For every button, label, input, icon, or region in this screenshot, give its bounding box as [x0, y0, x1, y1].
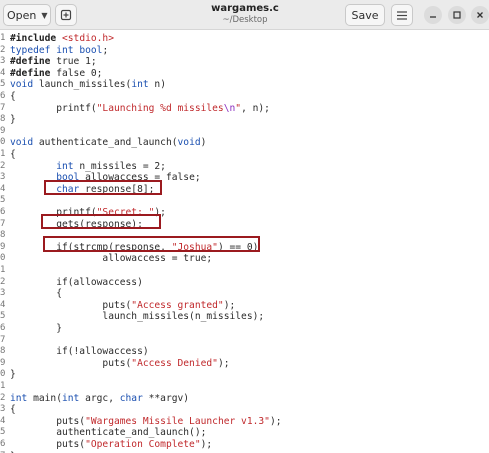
line-number: 6 — [0, 323, 6, 333]
code-text: void authenticate_and_launch(void) — [10, 137, 207, 149]
line-number: 9 — [0, 125, 6, 136]
line-number: 2 — [0, 44, 6, 55]
maximize-icon — [453, 11, 461, 19]
code-text: { — [10, 404, 16, 416]
line-number: 0 — [0, 253, 6, 264]
code-text: puts("Wargames Missile Launcher v1.3"); — [10, 415, 282, 427]
line-number: 7 — [0, 218, 6, 229]
save-button[interactable]: Save — [345, 4, 385, 26]
line-number: 0 — [0, 369, 6, 380]
code-text: typedef int bool; — [10, 44, 109, 56]
code-text: } — [10, 323, 62, 334]
code-text: allowaccess = true; — [10, 253, 213, 265]
line-number: 8 — [0, 114, 6, 125]
minimize-button[interactable] — [424, 6, 442, 24]
window-subtitle: ~/Desktop — [222, 15, 268, 25]
line-number: 4 — [0, 183, 6, 194]
code-text: launch_missiles(n_missiles); — [10, 311, 265, 323]
line-number: 1 — [0, 381, 6, 391]
open-button[interactable]: Open ▼ — [3, 4, 51, 26]
code-text: printf("Launching %d missiles\n", n); — [10, 102, 270, 114]
line-number: 9 — [0, 241, 6, 252]
code-text: } — [10, 114, 16, 126]
line-number: 1 — [0, 265, 6, 275]
code-text: int n_missiles = 2; — [56, 160, 166, 172]
line-number: 2 — [0, 392, 6, 403]
menu-button[interactable] — [391, 4, 413, 26]
line-number: 8 — [0, 346, 6, 357]
maximize-button[interactable] — [448, 6, 466, 24]
line-number: 8 — [0, 230, 6, 241]
line-number: 5 — [0, 311, 6, 322]
close-icon — [477, 12, 483, 18]
code-text: #include <stdio.h> — [10, 33, 114, 44]
line-number: 9 — [0, 357, 6, 368]
line-number: 5 — [0, 195, 6, 206]
chevron-down-icon: ▼ — [41, 10, 48, 20]
close-button[interactable] — [471, 6, 489, 24]
code-text: { — [10, 91, 16, 102]
code-text: int main(int argc, char **argv) — [10, 392, 190, 404]
line-number: 6 — [0, 91, 6, 101]
line-number: 6 — [0, 439, 6, 449]
line-number: 5 — [0, 427, 6, 438]
code-text: #define false 0; — [10, 67, 103, 79]
line-number: 0 — [0, 137, 6, 148]
highlight-char-response — [44, 180, 162, 195]
line-number: 3 — [0, 288, 6, 299]
code-text: puts("Operation Complete"); — [10, 439, 213, 450]
code-text: if(allowaccess) — [10, 276, 143, 288]
line-number: 2 — [0, 276, 6, 287]
highlight-strcmp-joshua — [43, 236, 260, 252]
line-number: 3 — [0, 172, 6, 183]
line-number: 6 — [0, 207, 6, 217]
line-number: 7 — [0, 334, 6, 345]
new-tab-icon — [60, 9, 72, 21]
code-text: void launch_missiles(int n) — [10, 79, 166, 91]
line-number: 3 — [0, 56, 6, 67]
line-number: 2 — [0, 160, 6, 171]
code-text: puts("Access granted"); — [10, 299, 236, 311]
code-text: authenticate_and_launch(); — [10, 427, 207, 439]
line-number: 4 — [0, 415, 6, 426]
minimize-icon — [430, 16, 436, 18]
line-number: 1 — [0, 33, 6, 43]
highlight-gets-response — [41, 214, 161, 229]
line-number: 5 — [0, 79, 6, 90]
code-text: if(!allowaccess) — [10, 346, 149, 358]
line-number: 1 — [0, 149, 6, 159]
open-button-label: Open — [7, 8, 37, 22]
line-number: 4 — [0, 67, 6, 78]
code-text: #define true 1; — [10, 56, 97, 68]
window-title: wargames.c — [211, 3, 279, 14]
header-bar: Open ▼ wargames.c ~/Desktop Save — [0, 0, 489, 30]
code-text: puts("Access Denied"); — [10, 357, 230, 369]
line-number: 4 — [0, 299, 6, 310]
code-text: } — [10, 369, 16, 381]
code-text: { — [10, 288, 62, 300]
line-number: 3 — [0, 404, 6, 415]
new-tab-button[interactable] — [55, 4, 77, 26]
code-text: { — [10, 149, 16, 160]
hamburger-menu-icon — [397, 10, 407, 20]
line-number: 7 — [0, 102, 6, 113]
